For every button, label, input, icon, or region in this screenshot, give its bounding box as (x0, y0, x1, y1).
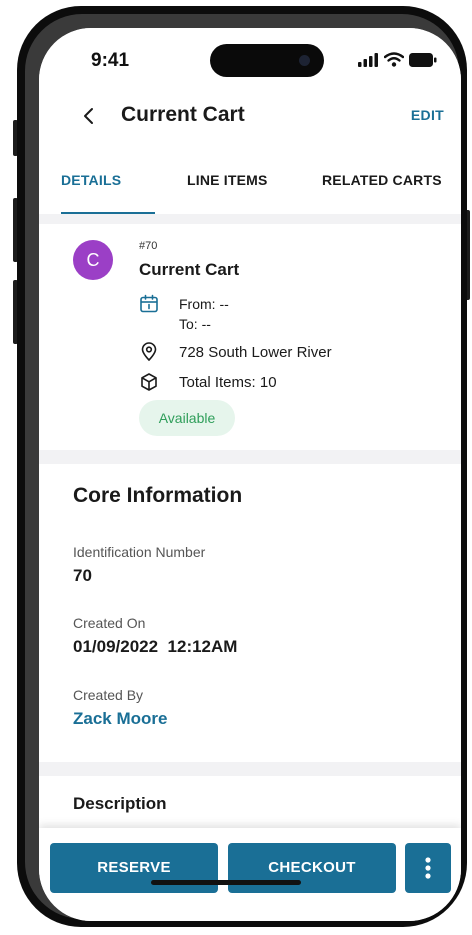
checkout-button[interactable]: CHECKOUT (228, 843, 396, 893)
created-on-label: Created On (73, 615, 146, 631)
core-information-title: Core Information (73, 484, 243, 507)
phone-bezel: 9:41 Current Cart EDIT DETAILS LINE ITEM… (25, 14, 461, 921)
status-bar: 9:41 (39, 28, 461, 84)
more-options-button[interactable] (405, 843, 451, 893)
identification-number-label: Identification Number (73, 544, 206, 560)
dynamic-island (210, 44, 324, 77)
back-arrow-icon[interactable] (77, 104, 101, 128)
cart-location: 728 South Lower River (179, 344, 332, 361)
tab-related-carts[interactable]: RELATED CARTS (322, 172, 442, 188)
cart-number: #70 (139, 240, 158, 252)
description-title: Description (73, 794, 167, 813)
created-by-link[interactable]: Zack Moore (73, 709, 167, 729)
reserve-button[interactable]: RESERVE (50, 843, 218, 893)
edit-button[interactable]: EDIT (411, 107, 444, 123)
calendar-icon (140, 294, 158, 313)
cart-summary-card: C #70 Current Cart From: -- To: -- 728 S… (39, 224, 461, 450)
cart-name: Current Cart (139, 260, 240, 279)
status-time: 9:41 (91, 50, 130, 71)
core-information-card: Core Information Identification Number 7… (39, 464, 461, 762)
date-from: From: -- (179, 296, 229, 312)
active-tab-indicator (61, 212, 155, 214)
tab-line-items[interactable]: LINE ITEMS (187, 172, 268, 188)
page-title: Current Cart (121, 103, 245, 126)
signal-icon (358, 53, 378, 67)
wifi-icon (384, 52, 404, 67)
location-pin-icon (141, 342, 157, 362)
date-to: To: -- (179, 316, 211, 332)
bottom-action-bar: RESERVE CHECKOUT (39, 828, 461, 921)
created-on-value: 01/09/2022 12:12AM (73, 637, 238, 656)
screen: 9:41 Current Cart EDIT DETAILS LINE ITEM… (39, 28, 461, 921)
app-bar: Current Cart EDIT (39, 84, 461, 150)
created-by-label: Created By (73, 687, 144, 703)
more-vertical-icon (425, 857, 431, 879)
battery-icon (409, 53, 437, 67)
camera-icon (299, 55, 310, 66)
identification-number-value: 70 (73, 566, 92, 585)
package-icon (141, 373, 157, 391)
tab-bar: DETAILS LINE ITEMS RELATED CARTS (39, 150, 461, 214)
description-card: Description (39, 776, 461, 836)
phone-frame: 9:41 Current Cart EDIT DETAILS LINE ITEM… (17, 6, 467, 927)
home-indicator[interactable] (151, 880, 301, 885)
status-badge: Available (139, 400, 235, 436)
total-items: Total Items: 10 (179, 374, 277, 391)
tab-details[interactable]: DETAILS (61, 172, 121, 188)
avatar: C (73, 240, 113, 280)
